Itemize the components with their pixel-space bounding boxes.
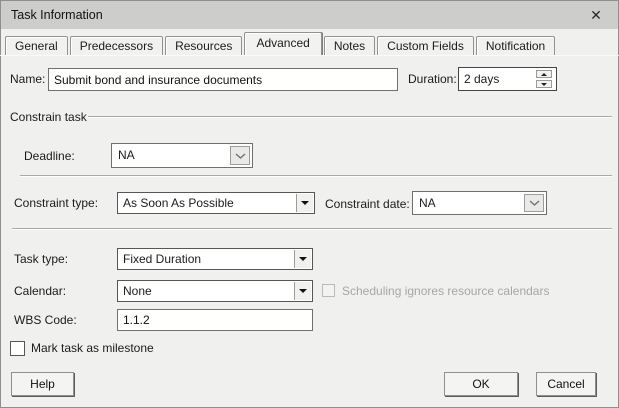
- scheduling-ignores-checkbox: [322, 284, 335, 297]
- dropdown-arrow-icon: [299, 257, 307, 261]
- tab-general[interactable]: General: [5, 36, 68, 55]
- tab-predecessors[interactable]: Predecessors: [69, 36, 164, 55]
- chevron-down-icon: [529, 200, 539, 206]
- name-label: Name:: [10, 72, 46, 86]
- tab-notification[interactable]: Notification: [475, 36, 556, 55]
- wbs-code-input[interactable]: [117, 309, 313, 331]
- dialog-title: Task Information: [11, 8, 103, 22]
- titlebar: Task Information ✕: [1, 1, 618, 29]
- scheduling-ignores-label: Scheduling ignores resource calendars: [342, 284, 550, 298]
- ok-button[interactable]: OK: [444, 372, 518, 396]
- task-type-value: Fixed Duration: [123, 252, 202, 266]
- name-input[interactable]: [48, 68, 398, 91]
- deadline-value: NA: [118, 148, 135, 162]
- constrain-group-line: [88, 116, 612, 117]
- tab-advanced[interactable]: Advanced: [244, 32, 322, 55]
- dropdown-arrow-icon: [301, 201, 309, 205]
- calendar-label: Calendar:: [14, 284, 67, 298]
- spin-up-icon: [541, 72, 547, 76]
- tab-custom-fields[interactable]: Custom Fields: [377, 36, 474, 55]
- close-icon[interactable]: ✕: [580, 1, 612, 29]
- section-divider-2: [12, 228, 612, 229]
- task-type-dropdown-button[interactable]: [294, 250, 311, 268]
- constraint-date-dropdown-button[interactable]: [524, 194, 544, 212]
- constrain-task-group-label: Constrain task: [10, 110, 87, 124]
- constraint-type-dropdown-button[interactable]: [296, 194, 313, 212]
- tab-notes[interactable]: Notes: [323, 36, 376, 55]
- duration-stepper[interactable]: 2 days: [458, 67, 557, 91]
- cancel-button[interactable]: Cancel: [536, 372, 596, 396]
- deadline-combobox[interactable]: NA: [111, 143, 253, 168]
- task-type-label: Task type:: [14, 252, 69, 266]
- tab-panel-topline: [0, 55, 619, 56]
- constraint-type-dropdown[interactable]: As Soon As Possible: [117, 192, 315, 214]
- constraint-type-label: Constraint type:: [14, 196, 99, 210]
- constraint-type-value: As Soon As Possible: [123, 196, 234, 210]
- milestone-checkbox[interactable]: [10, 341, 25, 356]
- help-button[interactable]: Help: [11, 372, 74, 396]
- spin-down-icon: [541, 82, 547, 86]
- calendar-value: None: [123, 284, 152, 298]
- duration-label: Duration:: [408, 72, 457, 86]
- constraint-date-combobox[interactable]: NA: [412, 191, 547, 215]
- section-divider-1: [20, 175, 612, 176]
- tab-resources[interactable]: Resources: [165, 36, 243, 55]
- dropdown-arrow-icon: [299, 289, 307, 293]
- spin-down-button[interactable]: [536, 80, 552, 88]
- task-information-dialog: Task Information ✕ General Predecessors …: [0, 0, 619, 408]
- duration-value: 2 days: [464, 72, 500, 86]
- spin-up-button[interactable]: [536, 70, 552, 78]
- tabstrip: General Predecessors Resources Advanced …: [5, 32, 557, 55]
- deadline-dropdown-button[interactable]: [230, 146, 250, 165]
- task-type-dropdown[interactable]: Fixed Duration: [117, 248, 313, 270]
- calendar-dropdown-button[interactable]: [294, 282, 311, 300]
- deadline-label: Deadline:: [24, 149, 75, 163]
- chevron-down-icon: [235, 153, 245, 159]
- constraint-date-value: NA: [419, 196, 436, 210]
- constraint-date-label: Constraint date:: [325, 197, 410, 211]
- wbs-code-label: WBS Code:: [14, 313, 77, 327]
- calendar-dropdown[interactable]: None: [117, 280, 313, 302]
- duration-spin-buttons: [536, 70, 552, 88]
- milestone-label: Mark task as milestone: [31, 341, 154, 355]
